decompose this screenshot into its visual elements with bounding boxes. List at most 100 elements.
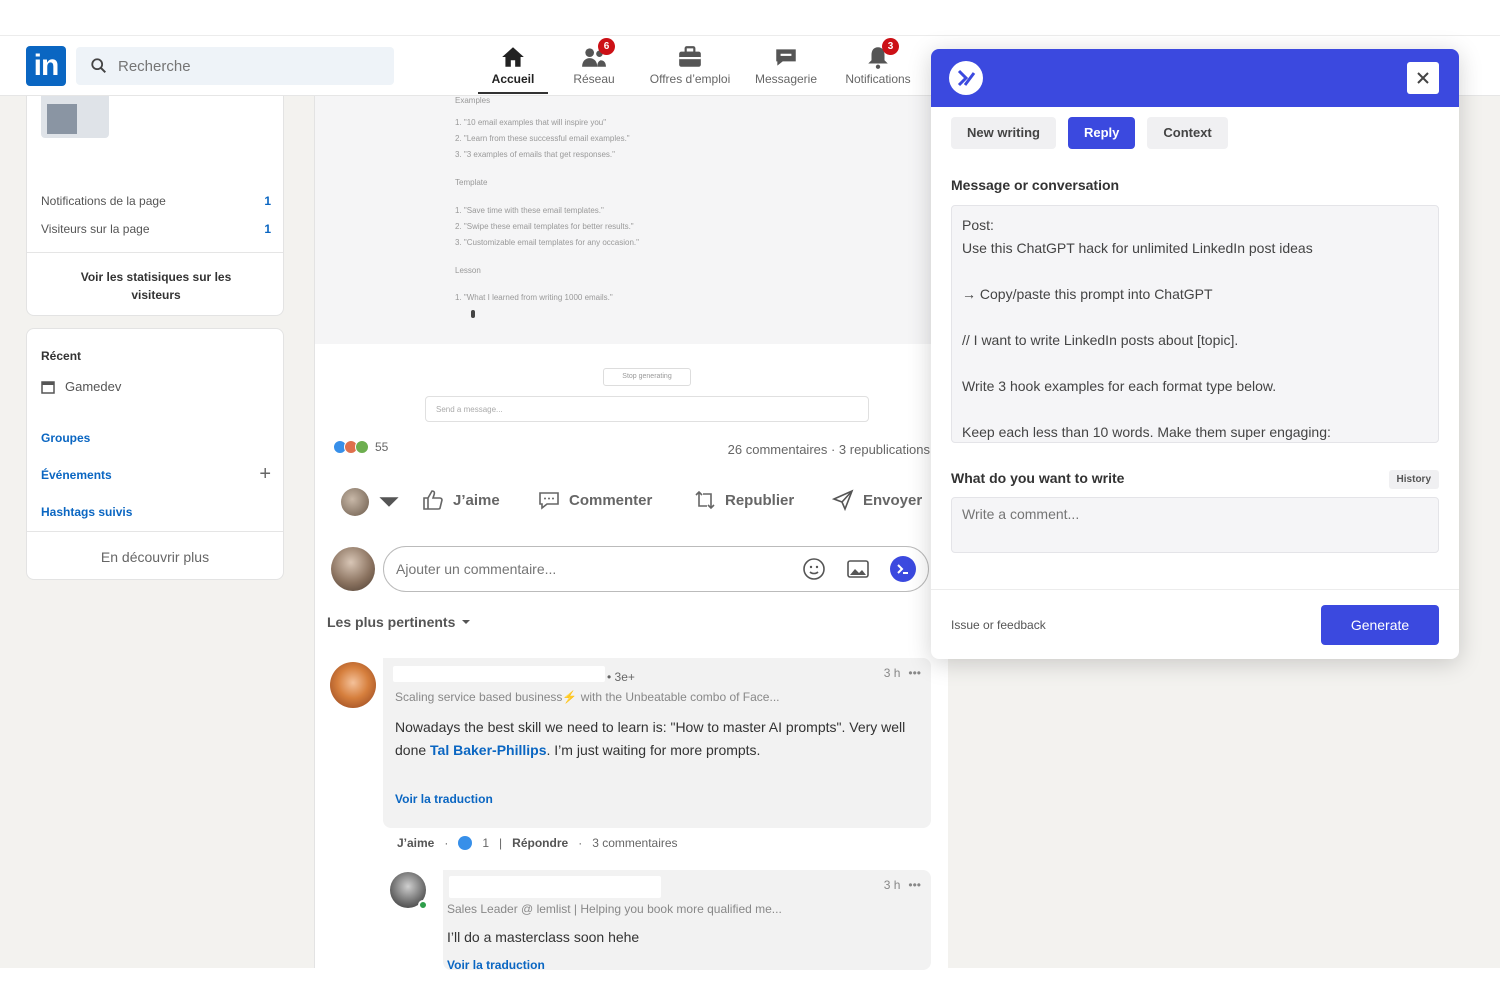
online-status-dot — [418, 900, 428, 910]
sort-dropdown[interactable]: Les plus pertinents — [327, 614, 471, 630]
message-textarea[interactable]: Post: Use this ChatGPT hack for unlimite… — [951, 205, 1439, 443]
comment-replies-count[interactable]: 3 commentaires — [592, 836, 677, 850]
chevron-down-icon — [379, 497, 399, 507]
briefcase-icon — [677, 44, 703, 70]
calendar-icon — [41, 380, 55, 394]
link-events[interactable]: Événements — [41, 468, 112, 482]
comment-like-button[interactable]: J’aime — [397, 836, 434, 850]
nav-item-home[interactable]: Accueil — [478, 41, 548, 94]
tab-context[interactable]: Context — [1147, 117, 1228, 149]
comment-icon — [539, 492, 559, 510]
comment-meta: 3 h ••• — [884, 878, 921, 892]
repost-label: Republier — [725, 491, 795, 509]
thumbs-up-icon — [423, 490, 443, 510]
linkedin-logo-icon[interactable]: in — [26, 46, 66, 86]
history-button[interactable]: History — [1388, 470, 1439, 489]
network-icon: 6 — [581, 38, 615, 70]
tab-new-writing[interactable]: New writing — [951, 117, 1056, 149]
comment-reply-button[interactable]: Répondre — [512, 836, 568, 850]
stat-label: Visiteurs sur la page — [41, 222, 150, 236]
browser-top-strip — [0, 0, 1500, 36]
panel-tabs: New writing Reply Context — [951, 117, 1228, 149]
like-button[interactable]: J’aime — [421, 488, 500, 512]
add-event-icon[interactable]: + — [259, 463, 271, 486]
like-label: J’aime — [453, 491, 500, 509]
avatar — [331, 547, 375, 591]
divider — [931, 589, 1459, 590]
page-bottom-strip — [0, 968, 1500, 1000]
reactions-summary[interactable]: 55 — [333, 440, 388, 454]
commenter-avatar[interactable] — [330, 662, 376, 708]
nav-item-messaging[interactable]: Messagerie — [748, 41, 824, 93]
tab-reply[interactable]: Reply — [1067, 117, 1136, 149]
reply-text: I’ll do a masterclass soon hehe — [447, 929, 640, 945]
nav-item-notifications[interactable]: 3 Notifications — [834, 38, 922, 93]
shot-section: Template — [455, 178, 488, 187]
add-comment-row — [331, 546, 947, 594]
shot-line: 1. "Save time with these email templates… — [455, 206, 604, 215]
add-comment-input[interactable] — [396, 561, 782, 577]
comment-button[interactable]: Commenter — [537, 488, 652, 512]
feedback-link[interactable]: Issue or feedback — [951, 618, 1046, 632]
post-image-chatgpt[interactable]: Examples 1. "10 email examples that will… — [315, 96, 949, 344]
commenter-headline: Sales Leader @ lemlist | Helping you boo… — [447, 902, 782, 916]
send-message-box: Send a message... — [425, 396, 869, 422]
stat-row-visitors[interactable]: Visiteurs sur la page 1 — [41, 222, 271, 236]
more-options-icon[interactable]: ••• — [908, 878, 921, 892]
message-line — [962, 352, 1428, 375]
stat-label: Notifications de la page — [41, 194, 166, 208]
search-input[interactable] — [118, 57, 368, 75]
recent-item-label: Gamedev — [65, 379, 122, 394]
send-label: Envoyer — [863, 491, 923, 509]
shot-line: 1. "What I learned from writing 1000 ema… — [455, 293, 613, 302]
send-button[interactable]: Envoyer — [831, 488, 922, 512]
mention-link[interactable]: Tal Baker-Phillips — [430, 742, 546, 758]
caret-down-icon — [462, 620, 471, 624]
divider — [27, 531, 283, 532]
ai-assistant-icon[interactable] — [890, 556, 916, 582]
discover-more-link[interactable]: En découvrir plus — [27, 549, 283, 565]
write-comment-input[interactable] — [962, 506, 1428, 544]
translate-link[interactable]: Voir la traduction — [447, 958, 545, 972]
nav-item-label: Notifications — [845, 72, 911, 86]
translate-link[interactable]: Voir la traduction — [395, 792, 493, 806]
like-reaction-icon — [458, 836, 473, 850]
close-icon — [1417, 72, 1429, 84]
page-stats-card: Notifications de la page 1 Visiteurs sur… — [26, 96, 284, 316]
generate-button[interactable]: Generate — [1321, 605, 1439, 645]
close-button[interactable] — [1407, 62, 1439, 94]
stat-row-notifications[interactable]: Notifications de la page 1 — [41, 194, 271, 208]
message-line: Keep each less than 10 words. Make them … — [962, 424, 1331, 440]
repost-button[interactable]: Republier — [693, 488, 794, 512]
link-hashtags[interactable]: Hashtags suivis — [41, 505, 132, 519]
add-comment-box[interactable] — [383, 546, 929, 592]
search-icon — [91, 58, 107, 74]
send-icon — [831, 489, 854, 512]
reaction-avatar-selector[interactable] — [341, 488, 401, 516]
home-icon — [500, 44, 526, 70]
shot-line: 3. "3 examples of emails that get respon… — [455, 150, 615, 159]
message-line: // I want to write LinkedIn posts about … — [962, 332, 1239, 348]
recent-title: Récent — [41, 349, 82, 363]
post-stats[interactable]: 26 commentaires · 3 republications — [728, 442, 930, 457]
nav-item-label: Offres d’emploi — [649, 72, 731, 86]
notification-badge: 6 — [598, 38, 615, 55]
image-icon[interactable] — [846, 557, 870, 581]
shot-line: 1. "10 email examples that will inspire … — [455, 118, 607, 127]
message-line — [962, 306, 1428, 329]
more-options-icon[interactable]: ••• — [908, 666, 921, 680]
visitor-stats-link[interactable]: Voir les statisiques sur les visiteurs — [57, 268, 255, 304]
write-box[interactable] — [951, 497, 1439, 553]
search-bar[interactable] — [76, 47, 394, 85]
nav-item-jobs[interactable]: Offres d’emploi — [638, 41, 742, 93]
shot-section: Examples — [455, 96, 491, 105]
emoji-icon[interactable] — [802, 557, 826, 581]
nav-item-network[interactable]: 6 Réseau — [562, 38, 626, 93]
feed-post: Examples 1. "10 email examples that will… — [314, 96, 949, 972]
reply-item: 3 h ••• Sales Leader @ lemlist | Helping… — [443, 870, 931, 972]
recent-item-gamedev[interactable]: Gamedev — [41, 379, 121, 394]
link-groups[interactable]: Groupes — [41, 431, 90, 445]
comment-label: Commenter — [569, 491, 653, 509]
message-line: → Copy/paste this prompt into ChatGPT — [962, 286, 1213, 302]
stop-generating-button: Stop generating — [603, 368, 691, 386]
